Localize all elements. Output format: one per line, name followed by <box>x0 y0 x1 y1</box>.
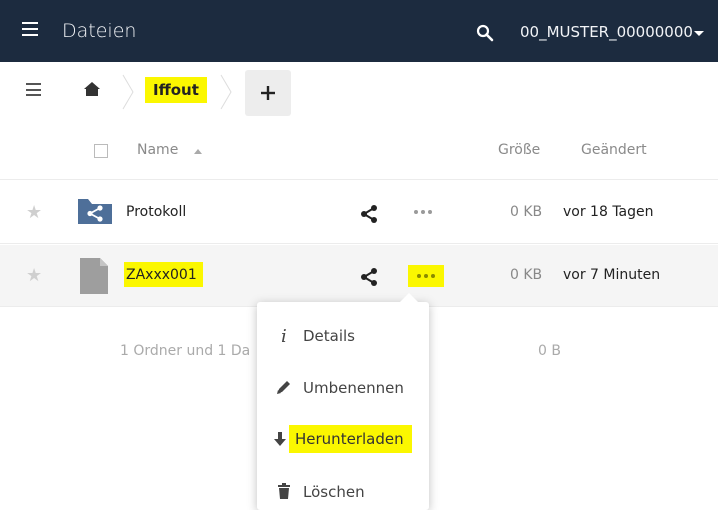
breadcrumb-separator-icon <box>122 74 134 110</box>
menu-item-label: Löschen <box>303 483 365 501</box>
search-icon[interactable] <box>476 24 494 42</box>
share-icon[interactable] <box>359 204 379 224</box>
table-row[interactable]: ★ Protokoll 0 KB vor 18 Tagen <box>0 182 718 244</box>
popover-arrow <box>400 293 418 302</box>
menu-item-delete[interactable]: Löschen <box>257 468 429 510</box>
sort-ascending-icon[interactable] <box>194 149 202 154</box>
file-summary-size: 0 B <box>538 343 561 359</box>
file-modified: vor 7 Minuten <box>563 267 661 283</box>
file-actions-menu: i Details Umbenennen Herunterladen Lösch… <box>257 293 429 510</box>
file-size: 0 KB <box>510 204 543 220</box>
svg-text:i: i <box>281 326 287 344</box>
file-name[interactable]: ZAxxx001 <box>124 262 203 287</box>
share-icon[interactable] <box>359 267 379 287</box>
menu-item-label: Details <box>303 327 356 345</box>
shared-folder-icon <box>78 199 112 224</box>
pencil-icon <box>277 381 290 394</box>
more-actions-icon[interactable] <box>408 265 444 287</box>
menu-item-label: Umbenennen <box>303 379 404 397</box>
menu-item-label: Herunterladen <box>289 425 412 453</box>
breadcrumb-current-folder[interactable]: Iffout <box>145 77 207 103</box>
breadcrumb-separator-icon <box>220 74 232 110</box>
file-icon <box>80 258 108 294</box>
add-new-button[interactable] <box>245 70 291 116</box>
download-icon <box>274 432 286 446</box>
plus-icon <box>261 86 275 100</box>
app-title[interactable]: Dateien <box>62 20 136 42</box>
app-header: Dateien 00_MUSTER_00000000 <box>0 0 718 62</box>
menu-item-download[interactable]: Herunterladen <box>257 416 429 460</box>
more-actions-icon[interactable] <box>414 210 432 216</box>
file-modified: vor 18 Tagen <box>563 204 654 220</box>
star-icon[interactable]: ★ <box>26 267 42 285</box>
column-header-size[interactable]: Größe <box>498 142 540 158</box>
star-icon[interactable]: ★ <box>26 204 42 222</box>
file-name[interactable]: Protokoll <box>126 204 186 220</box>
home-icon[interactable] <box>83 81 101 97</box>
hamburger-menu-icon[interactable] <box>22 22 38 36</box>
breadcrumb-bar: Iffout <box>0 62 718 122</box>
select-all-checkbox[interactable] <box>94 144 108 158</box>
user-menu[interactable]: 00_MUSTER_00000000 <box>520 23 693 41</box>
file-summary: 1 Ordner und 1 Da <box>120 343 251 359</box>
column-header-modified[interactable]: Geändert <box>581 142 647 158</box>
file-table-header: Name Größe Geändert <box>0 122 718 180</box>
table-row[interactable]: ★ ZAxxx001 0 KB vor 7 Minuten <box>0 245 718 307</box>
menu-item-rename[interactable]: Umbenennen <box>257 364 429 408</box>
menu-item-details[interactable]: i Details <box>257 312 429 356</box>
info-icon: i <box>281 326 287 344</box>
chevron-down-icon[interactable] <box>694 31 704 36</box>
navigation-toggle-icon[interactable] <box>26 83 41 96</box>
trash-icon <box>278 483 290 499</box>
file-size: 0 KB <box>510 267 543 283</box>
column-header-name[interactable]: Name <box>137 142 178 158</box>
